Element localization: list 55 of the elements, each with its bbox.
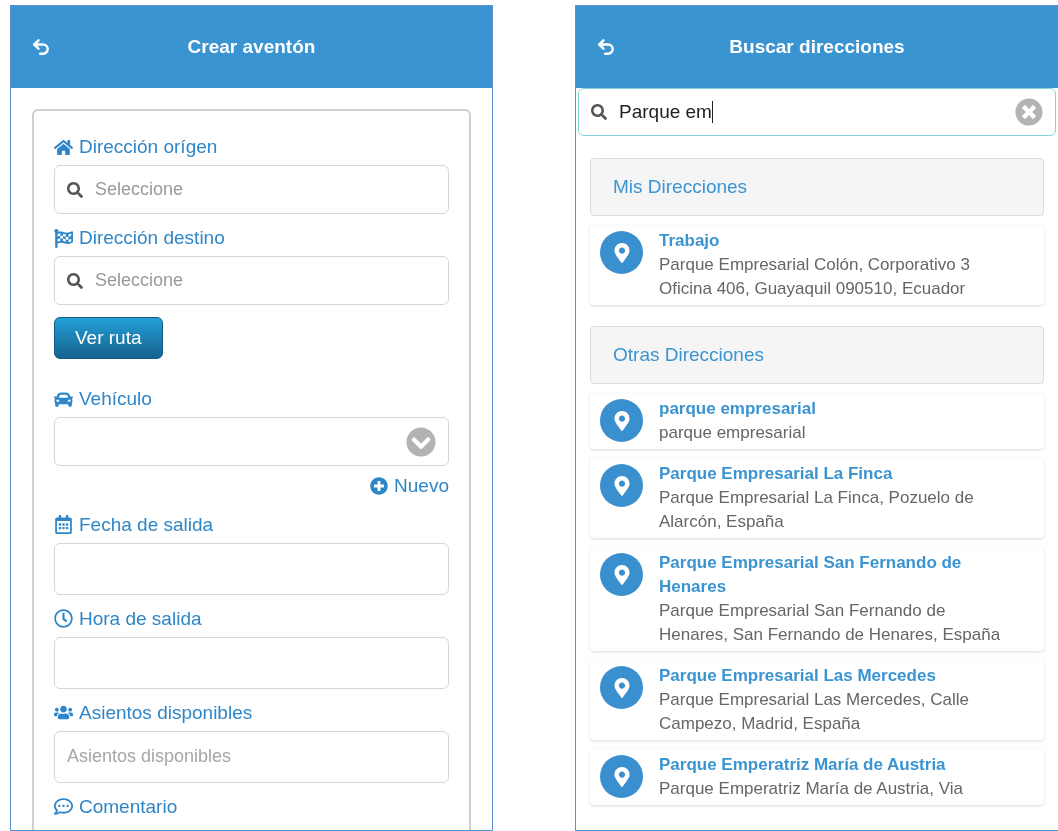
result-name: Trabajo xyxy=(659,230,721,252)
search-icon xyxy=(67,272,83,289)
result-address: parque empresarial xyxy=(659,422,807,444)
comment-icon xyxy=(54,797,73,816)
address-result[interactable]: Parque Empresarial La Finca Parque Empresarial La Finca, Pozuelo de Alarcón, España xyxy=(590,458,1044,538)
field-label: Hora de salida xyxy=(79,606,202,631)
result-address: Parque Empresarial Colón, Corporativo 3 Oficina 406, Guayaquil 090510, Ecuador xyxy=(659,254,971,300)
search-icon xyxy=(591,104,607,120)
chevron-down-icon xyxy=(406,426,436,457)
field-label: Comentario xyxy=(79,794,178,819)
field-label: Vehículo xyxy=(79,387,152,411)
section-heading: Mis Direcciones xyxy=(590,158,1044,216)
header-title: Buscar direcciones xyxy=(729,34,905,59)
calendar-icon xyxy=(54,515,73,534)
search-field[interactable]: Parque em xyxy=(578,88,1056,136)
result-name: Parque Emperatriz María de Austria xyxy=(659,754,947,776)
section-heading: Otras Direcciones xyxy=(590,326,1044,384)
car-icon xyxy=(54,389,73,409)
header-title: Crear aventón xyxy=(187,34,316,59)
location-pin-icon xyxy=(600,666,643,709)
back-arrow-icon[interactable] xyxy=(31,37,51,57)
new-link[interactable]: Nuevo xyxy=(370,472,449,501)
people-icon xyxy=(54,703,73,722)
vehicle-dropdown[interactable] xyxy=(54,417,449,466)
location-pin-icon xyxy=(600,464,643,507)
address-result[interactable]: Parque Emperatriz María de Austria Parque Emperatriz María de Austria, Via xyxy=(590,749,1044,805)
address-result[interactable]: Trabajo Parque Empresarial Colón, Corporativo 3 Oficina 406, Guayaquil 090510, Ecuador xyxy=(590,225,1044,305)
result-address: Parque Emperatriz María de Austria, Via xyxy=(659,778,963,800)
result-name: Parque Empresarial Las Mercedes xyxy=(659,665,937,687)
result-address: Parque Empresarial La Finca, Pozuelo de Alarcón, España xyxy=(659,487,975,533)
location-pin-icon xyxy=(600,231,643,274)
view-route-button[interactable]: Ver ruta xyxy=(54,317,163,359)
clear-icon[interactable] xyxy=(1015,98,1043,126)
result-name: Parque Empresarial La Finca xyxy=(659,463,894,485)
result-name: Parque Empresarial San Fernando de Henares xyxy=(659,552,963,598)
field-label: Dirección destino xyxy=(79,226,225,250)
field-label: Dirección orígen xyxy=(79,135,218,159)
result-name: parque empresarial xyxy=(659,398,816,420)
address-result[interactable]: Parque Empresarial Las Mercedes Parque Empresarial Las Mercedes, Calle Campezo, Madrid, España xyxy=(590,660,1044,740)
field-label: Asientos disponibles xyxy=(79,700,253,725)
house-icon xyxy=(54,137,73,157)
address-result[interactable]: parque empresarial parque empresarial xyxy=(590,393,1044,449)
text-field[interactable] xyxy=(54,636,449,689)
clock-icon xyxy=(54,609,73,628)
location-pin-icon xyxy=(600,755,643,798)
result-address: Parque Empresarial Las Mercedes, Calle Campezo, Madrid, España xyxy=(659,689,970,735)
location-pin-icon xyxy=(600,553,643,596)
field-label: Fecha de salida xyxy=(79,512,214,537)
checkered-flag-icon xyxy=(54,228,73,248)
address-result[interactable]: Parque Empresarial San Fernando de Henares Parque Empresarial San Fernando de Henares, San Fernando de Henares, España xyxy=(590,547,1044,651)
text-field[interactable] xyxy=(54,542,449,595)
back-arrow-icon[interactable] xyxy=(596,37,616,57)
result-address: Parque Empresarial San Fernando de Henares, San Fernando de Henares, España xyxy=(659,600,1002,646)
location-pin-icon xyxy=(600,399,643,442)
search-icon xyxy=(67,181,83,198)
